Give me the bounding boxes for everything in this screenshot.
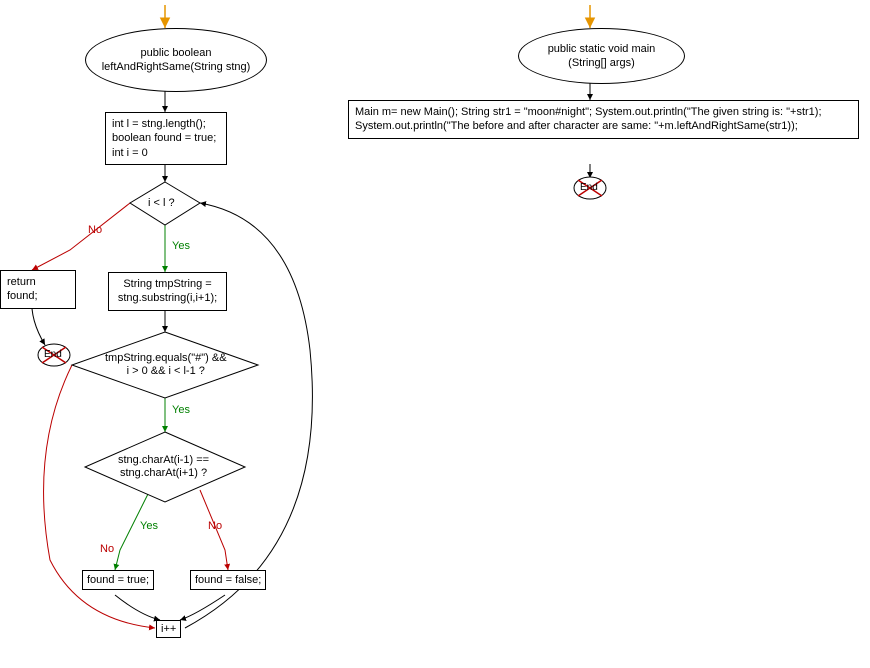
increment-text: i++ [161, 623, 176, 635]
found-false-box: found = false; [190, 570, 266, 590]
start-label: public boolean leftAndRightSame(String s… [96, 46, 256, 75]
found-true-text: found = true; [87, 574, 149, 586]
edge-no-3: No [208, 520, 222, 532]
cond-char-label: stng.charAt(i-1) == stng.charAt(i+1) ? [118, 454, 209, 480]
init-text: int l = stng.length(); boolean found = t… [112, 118, 216, 159]
main-label: public static void main (String[] args) [529, 42, 674, 71]
edge-no-2: No [100, 543, 114, 555]
return-box: return found; [0, 270, 76, 309]
start-node-right: public static void main (String[] args) [518, 28, 685, 84]
start-node-left: public boolean leftAndRightSame(String s… [85, 28, 267, 92]
tmpstring-text: String tmpString = stng.substring(i,i+1)… [118, 278, 217, 304]
main-body-box: Main m= new Main(); String str1 = "moon#… [348, 100, 859, 139]
main-body-text: Main m= new Main(); String str1 = "moon#… [355, 106, 822, 132]
edge-yes-2: Yes [172, 404, 190, 416]
found-true-box: found = true; [82, 570, 154, 590]
loop-cond-label: i < l ? [148, 197, 175, 210]
end-label-right: End [580, 182, 598, 194]
edge-no-1: No [88, 224, 102, 236]
flowchart-canvas: public boolean leftAndRightSame(String s… [0, 0, 870, 668]
end-label-left: End [44, 349, 62, 361]
found-false-text: found = false; [195, 574, 261, 586]
increment-box: i++ [156, 620, 181, 638]
tmpstring-box: String tmpString = stng.substring(i,i+1)… [108, 272, 227, 311]
return-text: return found; [7, 276, 38, 302]
init-box: int l = stng.length(); boolean found = t… [105, 112, 227, 165]
edge-yes-3: Yes [140, 520, 158, 532]
cond-hash-label: tmpString.equals("#") && i > 0 && i < l-… [105, 352, 227, 378]
edge-yes-1: Yes [172, 240, 190, 252]
